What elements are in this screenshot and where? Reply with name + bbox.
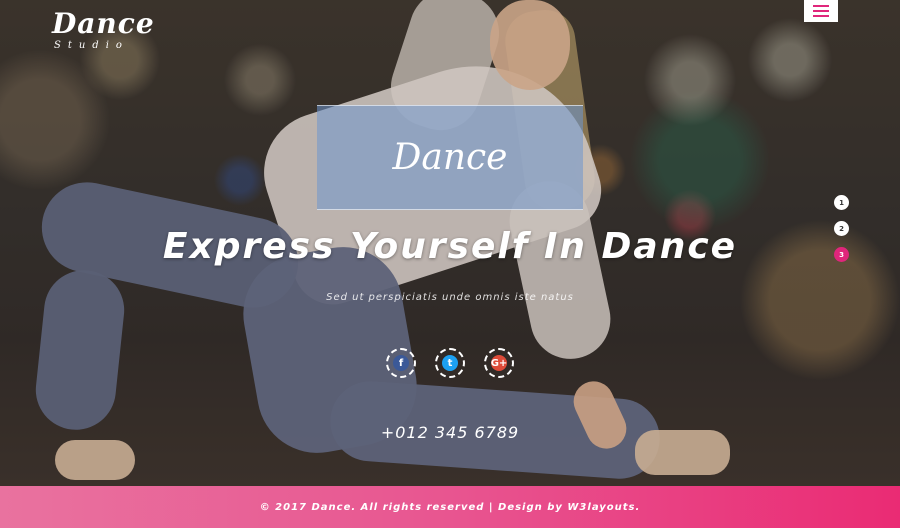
google-plus-icon[interactable]: G+ bbox=[484, 348, 514, 378]
slider-dot-3[interactable]: 3 bbox=[834, 247, 849, 262]
menu-bar bbox=[813, 15, 829, 17]
google-plus-glyph: G+ bbox=[491, 355, 507, 371]
menu-bar bbox=[813, 10, 829, 12]
twitter-icon[interactable]: t bbox=[435, 348, 465, 378]
banner-word: Dance bbox=[392, 137, 508, 178]
hero-headline: Express Yourself In Dance bbox=[162, 226, 738, 267]
social-links: f t G+ bbox=[386, 348, 514, 378]
slider-dot-1[interactable]: 1 bbox=[834, 195, 849, 210]
menu-bar bbox=[813, 5, 829, 7]
facebook-glyph: f bbox=[393, 355, 409, 371]
hero-content: Dance Studio Dance Express Yourself In D… bbox=[0, 0, 900, 528]
facebook-icon[interactable]: f bbox=[386, 348, 416, 378]
banner-box: Dance bbox=[317, 105, 583, 210]
logo-subtitle: Studio bbox=[54, 40, 129, 51]
logo[interactable]: Dance Studio bbox=[52, 7, 155, 52]
slider-pagination: 1 2 3 bbox=[834, 195, 849, 262]
logo-title: Dance bbox=[52, 7, 155, 40]
slider-dot-2[interactable]: 2 bbox=[834, 221, 849, 236]
hamburger-icon[interactable] bbox=[804, 0, 838, 22]
hero-subline: Sed ut perspiciatis unde omnis iste natu… bbox=[326, 292, 574, 303]
phone-number: +012 345 6789 bbox=[380, 423, 520, 442]
twitter-glyph: t bbox=[442, 355, 458, 371]
